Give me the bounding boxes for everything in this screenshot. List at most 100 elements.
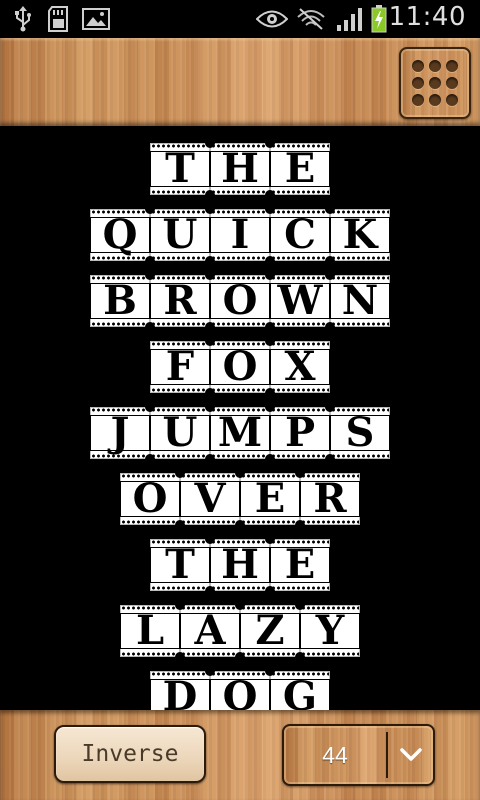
film-frame: E	[265, 138, 330, 200]
sprocket-hole	[175, 652, 185, 662]
film-letter: Y	[315, 607, 345, 654]
gallery-icon	[82, 6, 110, 32]
sprocket-hole	[205, 270, 215, 280]
film-letter: P	[284, 409, 316, 456]
film-letter: J	[110, 409, 130, 456]
film-letter: C	[284, 211, 316, 258]
inverse-button[interactable]: Inverse	[54, 725, 206, 783]
font-size-selector[interactable]: 44	[282, 724, 435, 786]
usb-icon	[12, 6, 34, 32]
film-letter: O	[222, 673, 258, 711]
sprocket-hole	[295, 468, 305, 478]
film-letter: Q	[102, 211, 138, 258]
film-frame: O	[120, 473, 180, 525]
film-frame: G	[265, 666, 330, 711]
film-line: FOX	[0, 336, 480, 407]
font-size-value: 44	[322, 741, 348, 768]
sprocket-hole	[205, 322, 215, 332]
font-size-dropdown-button[interactable]	[388, 726, 433, 784]
film-frame: R	[295, 468, 360, 530]
film-letter: M	[217, 409, 263, 456]
film-frame: O	[205, 270, 270, 332]
film-line: BROWN	[0, 270, 480, 341]
sprocket-hole	[265, 256, 275, 266]
film-letter: O	[222, 277, 258, 324]
film-line: DOG	[0, 666, 480, 711]
film-letter: O	[222, 343, 258, 390]
sprocket-hole	[265, 204, 275, 214]
film-letter: B	[103, 277, 137, 324]
film-frame: A	[175, 600, 240, 662]
film-letter: E	[284, 145, 316, 192]
sprocket-hole	[205, 534, 215, 544]
film-frame: U	[145, 402, 210, 464]
film-frame: E	[265, 534, 330, 596]
sprocket-hole	[265, 454, 275, 464]
sprocket-hole	[175, 600, 185, 610]
film-letter: O	[132, 475, 168, 522]
film-letter: U	[162, 409, 198, 456]
film-frame: U	[145, 204, 210, 266]
film-frame: I	[205, 204, 270, 266]
film-line: QUICK	[0, 204, 480, 275]
sprocket-hole	[205, 454, 215, 464]
sprocket-hole	[205, 190, 215, 200]
film-frame: O	[205, 336, 270, 398]
film-frame: Y	[295, 600, 360, 662]
top-toolbar	[0, 38, 480, 126]
film-letter: F	[165, 343, 195, 390]
film-letter: E	[254, 475, 286, 522]
cell-signal-icon	[336, 6, 364, 32]
sprocket-hole	[325, 402, 335, 412]
sprocket-hole	[265, 322, 275, 332]
sprocket-hole	[205, 586, 215, 596]
sprocket-hole	[265, 388, 275, 398]
sprocket-hole	[205, 138, 215, 148]
sprocket-hole	[205, 256, 215, 266]
film-frame: S	[325, 402, 390, 464]
film-letter: S	[345, 409, 375, 456]
film-frame: B	[90, 275, 150, 327]
film-letter: R	[313, 475, 347, 522]
sprocket-hole	[265, 534, 275, 544]
film-frame: F	[150, 341, 210, 393]
sprocket-hole	[265, 138, 275, 148]
film-line: LAZY	[0, 600, 480, 671]
film-letter: U	[162, 211, 198, 258]
sprocket-hole	[265, 336, 275, 346]
film-letter: H	[221, 145, 259, 192]
film-frame: V	[175, 468, 240, 530]
sprocket-hole	[145, 270, 155, 280]
film-frame: R	[145, 270, 210, 332]
status-time: 11:40	[388, 2, 466, 32]
film-frame: M	[205, 402, 270, 464]
film-frame: D	[150, 671, 210, 710]
film-frame: K	[325, 204, 390, 266]
sd-card-icon	[46, 6, 70, 32]
sprocket-hole	[205, 402, 215, 412]
sprocket-hole	[145, 454, 155, 464]
film-letter: Z	[255, 607, 285, 654]
film-frame: Z	[235, 600, 300, 662]
app-screen: 11:40 THEQUICKBROWNFOXJUMPSOVERTHELAZYDO…	[0, 0, 480, 800]
film-frame: C	[265, 204, 330, 266]
film-frame: H	[205, 138, 270, 200]
sprocket-hole	[145, 322, 155, 332]
film-line: THE	[0, 138, 480, 209]
sprocket-hole	[325, 454, 335, 464]
grid-menu-icon	[410, 58, 460, 108]
sprocket-hole	[145, 402, 155, 412]
film-letter: T	[165, 145, 195, 192]
grid-menu-button[interactable]	[399, 47, 471, 119]
film-frame: O	[205, 666, 270, 711]
film-text-lines: THEQUICKBROWNFOXJUMPSOVERTHELAZYDOG	[0, 138, 480, 711]
film-frame: Q	[90, 209, 150, 261]
sprocket-hole	[205, 204, 215, 214]
signal-muted-icon	[296, 6, 326, 32]
sprocket-hole	[265, 402, 275, 412]
film-letter: A	[194, 607, 226, 654]
film-letter: R	[163, 277, 197, 324]
film-letter: G	[282, 673, 318, 711]
film-text-canvas: THEQUICKBROWNFOXJUMPSOVERTHELAZYDOG	[0, 126, 480, 710]
sprocket-hole	[325, 270, 335, 280]
